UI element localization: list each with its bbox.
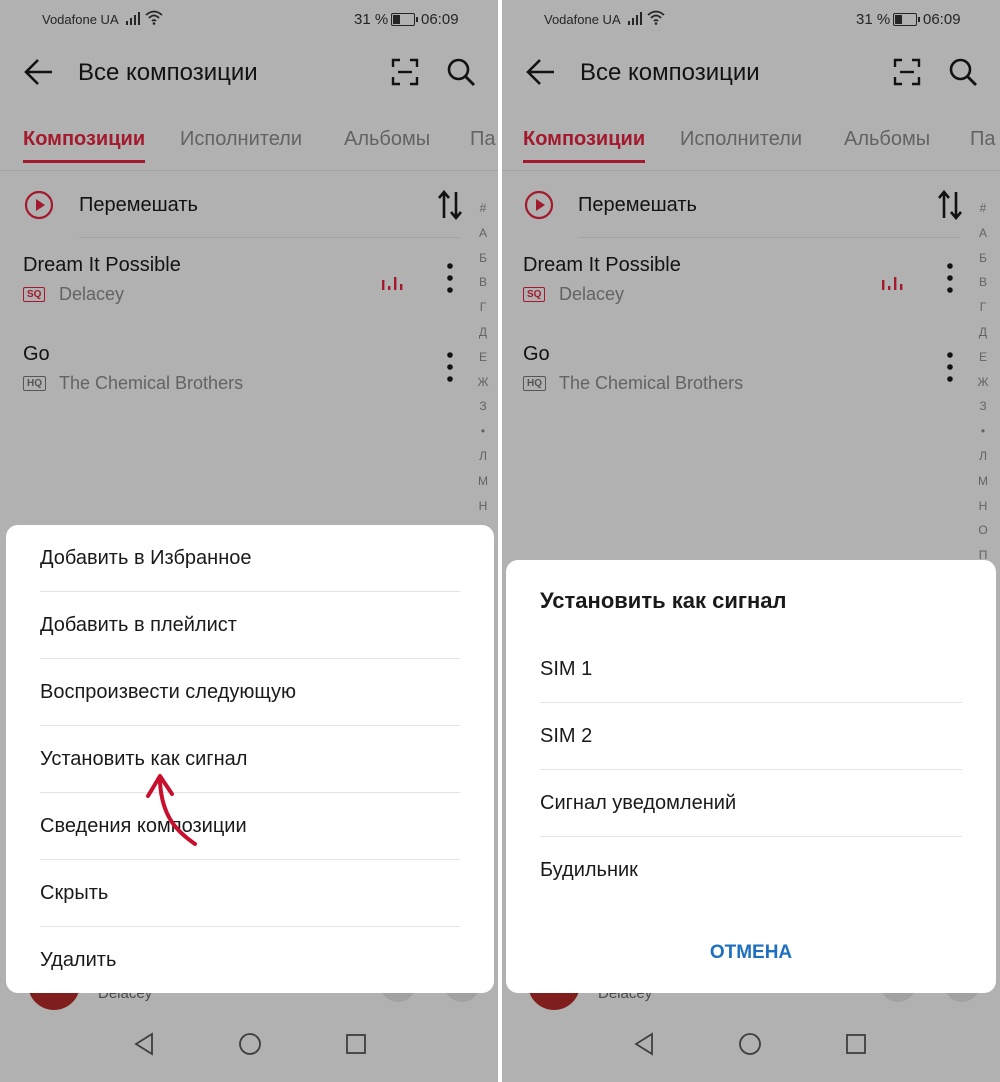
option-label: Будильник	[540, 859, 638, 881]
menu-item-label: Добавить в плейлист	[40, 614, 237, 636]
menu-item-add-favorites[interactable]: Добавить в Избранное	[40, 525, 460, 592]
cancel-button[interactable]: ОТМЕНА	[506, 942, 996, 964]
menu-item-label: Добавить в Избранное	[40, 547, 252, 569]
option-label: SIM 2	[540, 725, 593, 747]
option-label: SIM 1	[540, 658, 593, 680]
menu-item-label: Установить как сигнал	[40, 748, 248, 770]
option-sim1[interactable]: SIM 1	[540, 636, 962, 703]
dialog-title: Установить как сигнал	[540, 588, 787, 613]
menu-item-song-info[interactable]: Сведения композиции	[40, 793, 460, 860]
set-as-ringtone-dialog: Установить как сигнал SIM 1 SIM 2 Сигнал…	[506, 560, 996, 993]
right-phone-screen: Vodafone UA 31 % 06:09 Все композиции Ко…	[502, 0, 1000, 1082]
option-alarm[interactable]: Будильник	[540, 837, 962, 904]
menu-item-label: Воспроизвести следующую	[40, 681, 296, 703]
option-notification-sound[interactable]: Сигнал уведомлений	[540, 770, 962, 837]
menu-item-hide[interactable]: Скрыть	[40, 860, 460, 927]
menu-item-delete[interactable]: Удалить	[40, 927, 460, 994]
menu-item-add-playlist[interactable]: Добавить в плейлист	[40, 592, 460, 659]
pointer-arrow-annotation	[146, 774, 197, 846]
menu-item-set-as-ringtone[interactable]: Установить как сигнал	[40, 726, 460, 793]
option-label: Сигнал уведомлений	[540, 792, 737, 814]
menu-item-play-next[interactable]: Воспроизвести следующую	[40, 659, 460, 726]
menu-item-label: Скрыть	[40, 882, 109, 904]
menu-item-label: Удалить	[40, 949, 117, 971]
left-phone-screen: Vodafone UA 31 % 06:09 Все композиции Ко…	[0, 0, 498, 1082]
context-menu: Добавить в Избранное Добавить в плейлист…	[6, 525, 494, 993]
option-sim2[interactable]: SIM 2	[540, 703, 962, 770]
